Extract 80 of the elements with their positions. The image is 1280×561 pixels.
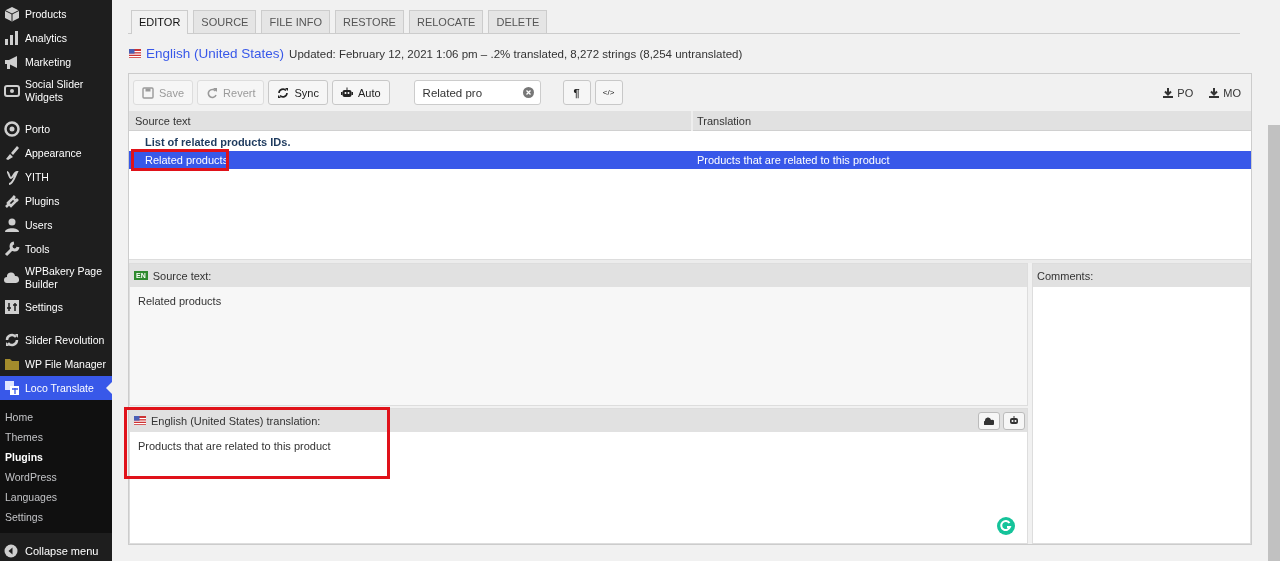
translate-icon — [4, 380, 20, 396]
translation-text: Products that are related to this product — [138, 440, 331, 452]
menu-item[interactable]: Appearance — [0, 141, 112, 165]
menu-item[interactable]: Plugins — [0, 189, 112, 213]
menu-item[interactable]: Slider Revolution — [0, 328, 112, 352]
box-icon — [4, 6, 20, 22]
download-link[interactable]: PO — [1163, 86, 1194, 99]
menu-item[interactable]: WPBakery Page Builder — [0, 261, 112, 295]
menu-item[interactable]: Loco Translate — [0, 376, 112, 400]
code-toggle[interactable]: </> — [594, 80, 623, 105]
us-flag-icon — [134, 416, 146, 425]
submenu-item[interactable]: WordPress — [0, 467, 112, 487]
submenu-item[interactable]: Themes — [0, 427, 112, 447]
menu-item[interactable]: Marketing — [0, 50, 112, 74]
search-field[interactable]: Related pro — [413, 80, 541, 105]
us-flag-icon — [129, 49, 141, 58]
menu-item[interactable]: WP File Manager — [0, 352, 112, 376]
download-link[interactable]: MO — [1209, 86, 1241, 99]
tab[interactable]: SOURCE — [193, 10, 257, 33]
language-link[interactable]: English (United States) — [146, 46, 285, 61]
tab[interactable]: DELETE — [488, 10, 548, 33]
table-row[interactable]: Related products Products that are related to this product — [129, 151, 1251, 169]
tab[interactable]: EDITOR — [131, 10, 189, 34]
cloud-icon — [984, 416, 994, 425]
column-header[interactable]: Translation — [691, 111, 1251, 131]
bar-chart-icon — [4, 30, 20, 46]
cloud-icon — [4, 270, 20, 286]
menu-item[interactable]: Porto — [0, 117, 112, 141]
file-status-text: Updated: February 12, 2021 1:06 pm – .2% translated, 8,272 strings (8,254 untranslated) — [289, 47, 743, 60]
submenu-item[interactable]: Plugins — [0, 447, 112, 467]
menu-item[interactable]: Tools — [0, 237, 112, 261]
download-icon — [1209, 87, 1220, 98]
submenu-item[interactable]: Home — [0, 407, 112, 427]
table-row[interactable]: List of related products IDs. — [129, 133, 1251, 151]
scrollbar-thumb[interactable] — [1268, 125, 1280, 561]
menu-item[interactable]: YITH — [0, 165, 112, 189]
menu-item[interactable]: Users — [0, 213, 112, 237]
undo-arrow-icon — [206, 86, 219, 99]
circle-icon — [4, 121, 20, 137]
robot-icon — [340, 86, 353, 99]
submenu-item[interactable]: Languages — [0, 487, 112, 507]
source-text: Related products — [138, 295, 222, 307]
megaphone-icon — [4, 54, 20, 70]
plug-icon — [4, 193, 20, 209]
folder-icon — [4, 356, 20, 372]
sync-button[interactable]: Sync — [268, 80, 328, 105]
pilcrow-toggle[interactable]: ¶ — [562, 80, 591, 105]
source-text: Related products — [144, 154, 229, 166]
clear-icon — [522, 87, 534, 98]
refresh-icon — [4, 332, 20, 348]
menu-item[interactable]: Analytics — [0, 26, 112, 50]
image-frame-icon — [4, 83, 20, 99]
submenu-item[interactable]: Settings — [0, 507, 112, 527]
menu-item[interactable]: Settings — [0, 295, 112, 319]
comments-field[interactable] — [1033, 287, 1250, 543]
translation-text: Products that are related to this product — [697, 154, 890, 166]
tab[interactable]: FILE INFO — [261, 10, 330, 33]
tab[interactable]: RESTORE — [335, 10, 404, 33]
refresh-icon — [277, 86, 290, 99]
script-y-icon — [4, 169, 20, 185]
brush-icon — [4, 145, 20, 161]
g-logo-icon — [997, 517, 1015, 535]
person-icon — [4, 217, 20, 233]
cloud-button[interactable] — [978, 411, 1000, 430]
robot-button[interactable] — [1003, 411, 1025, 430]
translation-field[interactable]: Products that are related to this product — [130, 432, 1027, 543]
pointer-icon — [106, 382, 112, 394]
menu-item[interactable]: Social Slider Widgets — [0, 74, 112, 108]
download-icon — [1163, 87, 1174, 98]
robot-icon — [1009, 416, 1019, 425]
menu-item[interactable]: Products — [0, 2, 112, 26]
pane-title: Source text: — [152, 269, 212, 282]
tab[interactable]: RELOCATE — [408, 10, 484, 33]
column-header[interactable]: Source text — [129, 111, 691, 131]
auto-button[interactable]: Auto — [331, 80, 390, 105]
sliders-icon — [4, 299, 20, 315]
wrench-icon — [4, 241, 20, 257]
pane-title: Comments: — [1037, 269, 1094, 282]
source-text: List of related products IDs. — [144, 136, 291, 148]
pane-title: English (United States) translation: — [151, 414, 321, 427]
